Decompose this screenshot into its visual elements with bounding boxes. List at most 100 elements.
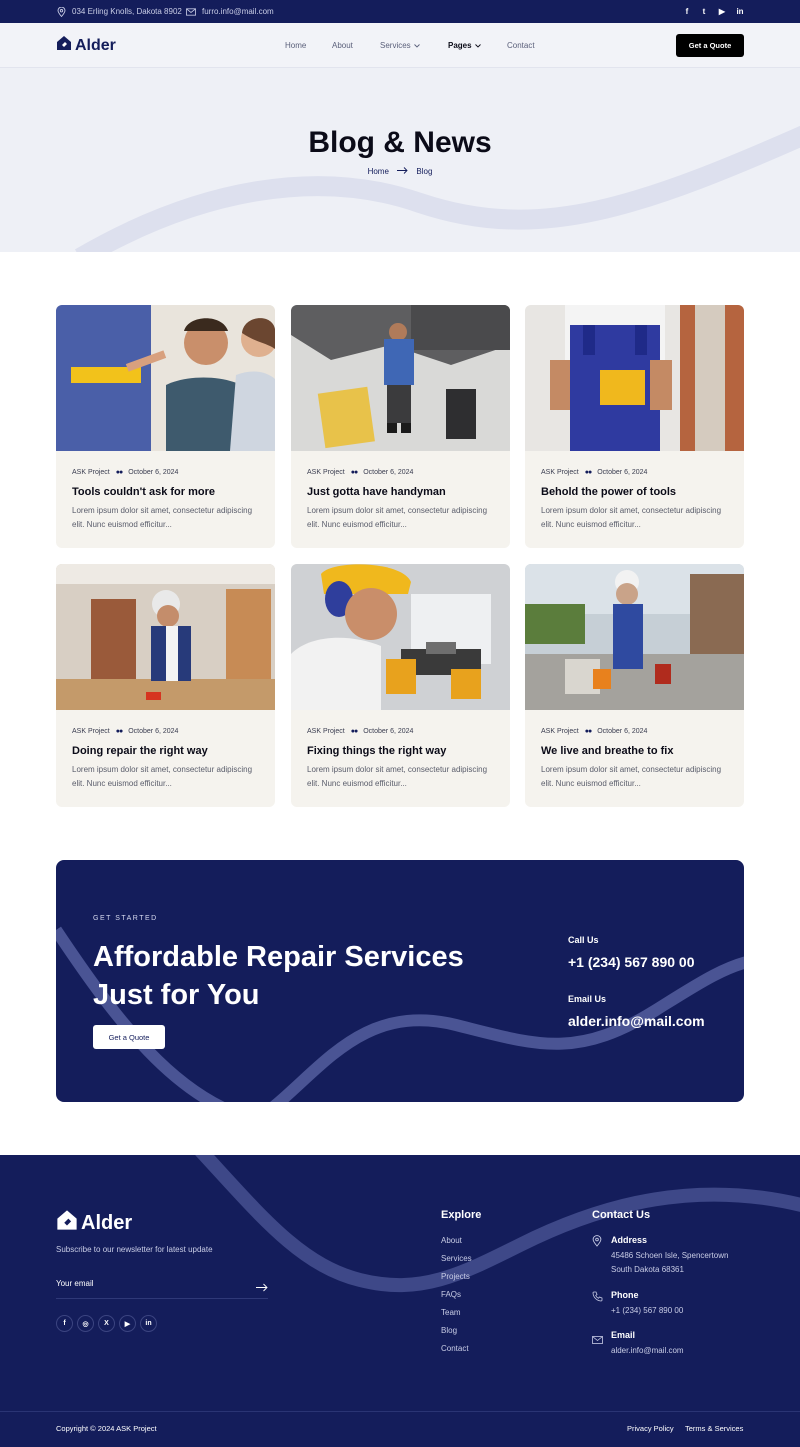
blog-category: ASK Project (307, 728, 345, 735)
nav-item-contact[interactable]: Contact (507, 23, 535, 68)
blog-category: ASK Project (541, 728, 579, 735)
footer-link-services[interactable]: Services (441, 1254, 472, 1263)
blog-card[interactable]: ASK Project ●● October 6, 2024 Behold th… (525, 305, 744, 548)
blog-card[interactable]: ASK Project ●● October 6, 2024 Just gott… (291, 305, 510, 548)
call-value[interactable]: +1 (234) 567 890 00 (568, 954, 695, 970)
blog-title[interactable]: Just gotta have handyman (307, 486, 446, 498)
linkedin-icon[interactable]: in (735, 6, 745, 16)
email-input[interactable]: Your email (56, 1279, 94, 1288)
page-title: Blog & News (308, 126, 492, 159)
arrow-right-icon (397, 167, 408, 176)
footer-link-about[interactable]: About (441, 1236, 462, 1245)
blog-category: ASK Project (541, 469, 579, 476)
breadcrumb-home[interactable]: Home (368, 167, 389, 176)
blog-date: October 6, 2024 (363, 469, 414, 476)
blog-image[interactable] (291, 305, 510, 451)
blog-image[interactable] (56, 305, 275, 451)
blog-title[interactable]: We live and breathe to fix (541, 745, 673, 757)
blog-title[interactable]: Fixing things the right way (307, 745, 446, 757)
email-value[interactable]: alder.info@mail.com (611, 1346, 684, 1355)
footer-link-contact[interactable]: Contact (441, 1344, 469, 1353)
blog-title[interactable]: Tools couldn't ask for more (72, 486, 215, 498)
house-logo-icon (56, 35, 72, 56)
instagram-icon[interactable]: ◎ (77, 1315, 94, 1332)
terms-link[interactable]: Terms & Services (685, 1424, 743, 1433)
meta-separator-icon: ●● (115, 469, 124, 476)
email-info[interactable]: furro.info@mail.com (186, 0, 274, 23)
explore-title: Explore (441, 1209, 482, 1221)
blog-excerpt: Lorem ipsum dolor sit amet, consectetur … (72, 506, 253, 529)
facebook-icon[interactable]: f (56, 1315, 73, 1332)
blog-date: October 6, 2024 (363, 728, 414, 735)
blog-image[interactable] (525, 564, 744, 710)
phone-value[interactable]: +1 (234) 567 890 00 (611, 1306, 683, 1315)
footer-brand-logo[interactable]: Alder (56, 1209, 132, 1237)
cta-headline: Affordable Repair Services Just for You (93, 941, 464, 1011)
blog-meta: ASK Project ●● October 6, 2024 (307, 728, 413, 735)
email-text: furro.info@mail.com (202, 7, 274, 16)
blog-title[interactable]: Doing repair the right way (72, 745, 208, 757)
twitter-icon[interactable]: t (699, 6, 709, 16)
blog-meta: ASK Project ●● October 6, 2024 (541, 469, 647, 476)
blog-excerpt: Lorem ipsum dolor sit amet, consectetur … (307, 506, 488, 529)
blog-excerpt: Lorem ipsum dolor sit amet, consectetur … (541, 765, 722, 788)
mail-icon (592, 1331, 603, 1349)
blog-meta: ASK Project ●● October 6, 2024 (72, 469, 178, 476)
blog-card[interactable]: ASK Project ●● October 6, 2024 We live a… (525, 564, 744, 807)
page-hero: Blog & News Home Blog (0, 68, 800, 252)
meta-separator-icon: ●● (350, 469, 359, 476)
newsletter-tagline: Subscribe to our newsletter for latest u… (56, 1245, 213, 1254)
blog-card[interactable]: ASK Project ●● October 6, 2024 Doing rep… (56, 564, 275, 807)
brand-name: Alder (75, 36, 116, 54)
address-line-2: South Dakota 68361 (611, 1265, 684, 1274)
get-quote-button[interactable]: Get a Quote (676, 34, 744, 57)
linkedin-icon[interactable]: in (140, 1315, 157, 1332)
cta-banner: GET STARTED Affordable Repair Services J… (56, 860, 744, 1102)
x-icon[interactable]: X (98, 1315, 115, 1332)
nav-item-services[interactable]: Services (380, 23, 420, 68)
blog-excerpt: Lorem ipsum dolor sit amet, consectetur … (72, 765, 253, 788)
blog-image[interactable] (291, 564, 510, 710)
nav-item-about[interactable]: About (332, 23, 353, 68)
blog-date: October 6, 2024 (597, 728, 648, 735)
breadcrumb: Home Blog (0, 167, 800, 176)
footer-link-team[interactable]: Team (441, 1308, 461, 1317)
facebook-icon[interactable]: f (682, 6, 692, 16)
blog-title[interactable]: Behold the power of tools (541, 486, 676, 498)
top-info-bar: 034 Erling Knolls, Dakota 8902 furro.inf… (0, 0, 800, 23)
footer-link-blog[interactable]: Blog (441, 1326, 457, 1335)
mail-icon (186, 7, 196, 17)
blog-category: ASK Project (307, 469, 345, 476)
chevron-down-icon (413, 41, 420, 50)
newsletter-form: Your email (56, 1274, 268, 1299)
address-label: Address (611, 1235, 648, 1245)
phone-label: Phone (611, 1290, 639, 1300)
blog-date: October 6, 2024 (128, 469, 179, 476)
contact-title: Contact Us (592, 1209, 651, 1221)
brand-logo[interactable]: Alder (56, 35, 116, 56)
email-value[interactable]: alder.info@mail.com (568, 1013, 705, 1029)
call-label: Call Us (568, 935, 599, 945)
footer-link-faqs[interactable]: FAQs (441, 1290, 461, 1299)
blog-category: ASK Project (72, 728, 110, 735)
privacy-link[interactable]: Privacy Policy (627, 1424, 674, 1433)
blog-image[interactable] (525, 305, 744, 451)
blog-image[interactable] (56, 564, 275, 710)
arrow-right-icon[interactable] (256, 1279, 268, 1297)
nav-item-pages[interactable]: Pages (448, 23, 481, 68)
footer-divider (0, 1411, 800, 1412)
blog-category: ASK Project (72, 469, 110, 476)
nav-item-home[interactable]: Home (285, 23, 306, 68)
youtube-icon[interactable]: ▶ (119, 1315, 136, 1332)
address-text: 034 Erling Knolls, Dakota 8902 (72, 7, 182, 16)
meta-separator-icon: ●● (115, 728, 124, 735)
blog-card[interactable]: ASK Project ●● October 6, 2024 Tools cou… (56, 305, 275, 548)
footer-brand-name: Alder (81, 1211, 133, 1234)
cta-quote-button[interactable]: Get a Quote (93, 1025, 165, 1049)
main-navigation: Alder Home About Services Pages Contact … (0, 23, 800, 68)
blog-meta: ASK Project ●● October 6, 2024 (72, 728, 178, 735)
blog-card[interactable]: ASK Project ●● October 6, 2024 Fixing th… (291, 564, 510, 807)
youtube-icon[interactable]: ▶ (717, 6, 727, 16)
meta-separator-icon: ●● (350, 728, 359, 735)
footer-link-projects[interactable]: Projects (441, 1272, 470, 1281)
